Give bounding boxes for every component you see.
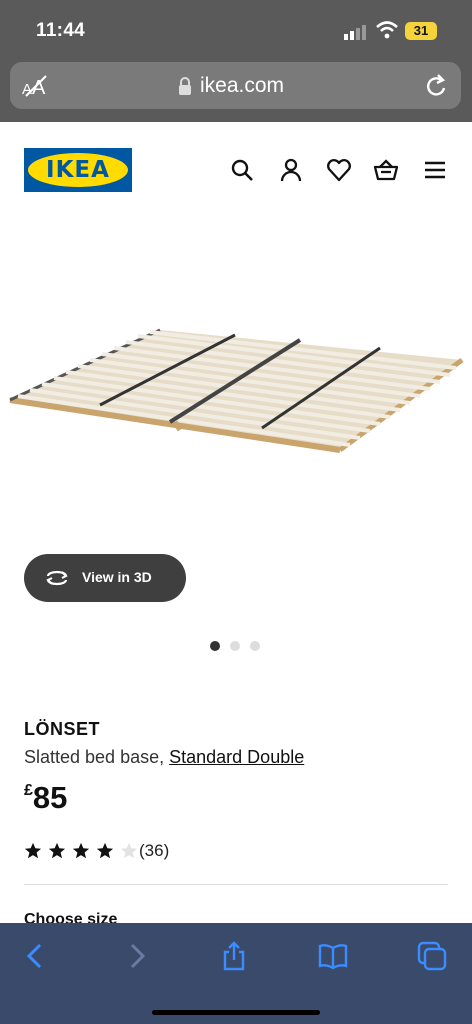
reload-icon[interactable] — [425, 73, 449, 99]
rotate-3d-icon — [46, 570, 68, 586]
cellular-signal-icon — [344, 25, 366, 40]
wifi-icon — [376, 21, 398, 39]
view-in-3d-label: View in 3D — [82, 569, 152, 585]
product-description: Slatted bed base, Standard Double — [24, 747, 304, 768]
ikea-logo[interactable]: IKEA — [24, 148, 132, 192]
price-amount: 85 — [32, 780, 68, 815]
tabs-icon[interactable] — [417, 941, 447, 971]
address-bar[interactable]: A A ikea.com — [10, 62, 461, 109]
forward-icon[interactable] — [122, 941, 152, 971]
product-name: LÖNSET — [24, 719, 101, 739]
menu-icon[interactable] — [422, 157, 448, 183]
browser-toolbar — [0, 923, 472, 1024]
product-type: Slatted bed base, — [24, 747, 165, 767]
carousel-dot[interactable] — [230, 641, 240, 651]
browser-chrome: 11:44 31 A A ikea.com — [0, 0, 472, 122]
back-icon[interactable] — [20, 941, 50, 971]
divider — [24, 884, 448, 885]
star-empty-icon — [120, 842, 138, 859]
logo-text: IKEA — [46, 157, 110, 183]
user-icon[interactable] — [278, 157, 304, 183]
status-time: 11:44 — [36, 20, 86, 41]
carousel-dot[interactable] — [250, 641, 260, 651]
product-image[interactable] — [0, 300, 472, 470]
size-link[interactable]: Standard Double — [169, 747, 304, 767]
review-count[interactable]: (36) — [139, 841, 169, 861]
url-host[interactable]: ikea.com — [200, 74, 284, 98]
share-icon[interactable] — [219, 941, 249, 971]
star-filled-icon — [48, 842, 66, 859]
star-filled-icon — [72, 842, 90, 859]
status-bar: 11:44 31 — [0, 0, 472, 60]
bookmarks-icon[interactable] — [318, 941, 348, 971]
star-filled-icon — [96, 842, 114, 859]
product-price: £85 — [24, 780, 67, 816]
carousel-dot-active[interactable] — [210, 641, 220, 651]
view-in-3d-button[interactable]: View in 3D — [24, 554, 186, 602]
search-icon[interactable] — [229, 157, 255, 183]
reader-aa-icon[interactable]: A A — [22, 74, 52, 98]
basket-icon[interactable] — [373, 157, 399, 183]
price-currency: £ — [24, 782, 33, 799]
star-filled-icon — [24, 842, 42, 859]
lock-icon — [179, 77, 191, 95]
battery-indicator: 31 — [405, 22, 437, 40]
home-indicator — [152, 1010, 320, 1015]
heart-icon[interactable] — [326, 157, 352, 183]
